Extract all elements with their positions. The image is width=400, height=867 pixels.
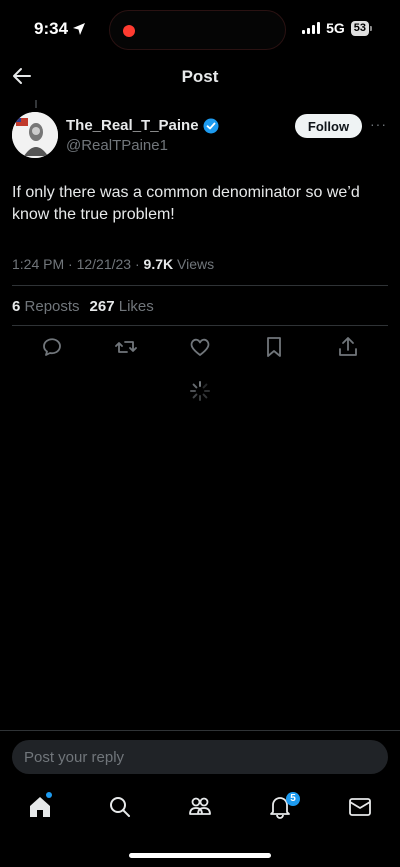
status-time-text: 9:34 [34,19,69,38]
home-unread-dot [46,792,52,798]
bottom-tab-bar [0,788,400,828]
reposts-label: Reposts [24,298,80,315]
like-heart-icon[interactable] [188,335,212,359]
dynamic-island [109,10,286,50]
likes-stat[interactable]: 267 Likes [90,298,154,315]
reposts-stat[interactable]: 6 Reposts [12,298,80,315]
repost-icon[interactable] [114,335,138,359]
network-label: 5G [326,20,345,36]
likes-count: 267 [89,298,115,315]
reposts-count: 6 [12,298,21,315]
bookmark-icon[interactable] [262,335,286,359]
status-bar: 9:34 5G 53 [0,0,400,60]
views-label: Views [177,256,215,272]
views-count[interactable]: 9.7K [144,256,174,272]
engagement-stats: 6 Reposts 267 Likes [12,298,154,315]
search-icon[interactable] [107,794,133,820]
battery-level: 53 [350,20,369,36]
follow-button[interactable]: Follow [295,114,362,138]
thread-connector [35,100,37,108]
status-time: 9:34 [34,19,86,39]
divider [12,325,388,326]
post-meta: 1:24 PM · 12/21/23 · 9.7K Views [12,256,215,272]
more-options-icon[interactable]: ··· [370,116,387,132]
post-text: If only there was a common denominator s… [12,184,360,223]
author-name[interactable]: The_Real_T_Paine [66,117,219,134]
reply-divider [0,730,400,731]
post-date: 12/21/23 [76,256,132,272]
author-name-text: The_Real_T_Paine [66,117,199,134]
home-indicator[interactable] [129,853,271,858]
post-actions [0,335,400,361]
reply-input[interactable] [12,740,388,774]
reply-icon[interactable] [40,335,64,359]
author-handle[interactable]: @RealTPaine1 [66,137,168,154]
likes-label: Likes [118,298,154,315]
status-indicators: 5G 53 [302,20,372,36]
signal-icon [302,22,321,34]
notifications-badge: 5 [286,792,300,806]
page-title: Post [181,67,219,86]
share-icon[interactable] [336,335,360,359]
battery-icon: 53 [350,20,372,36]
verified-badge-icon [203,118,219,133]
post-time: 1:24 PM [12,256,65,272]
recording-indicator [123,25,135,37]
loading-spinner-icon [190,381,210,401]
divider [12,285,388,286]
communities-icon[interactable] [187,794,213,820]
avatar[interactable] [12,112,58,158]
location-arrow-icon [73,23,86,35]
avatar-portrait-icon [12,112,58,158]
messages-mail-icon[interactable] [347,794,373,820]
top-header: Post [0,58,400,100]
